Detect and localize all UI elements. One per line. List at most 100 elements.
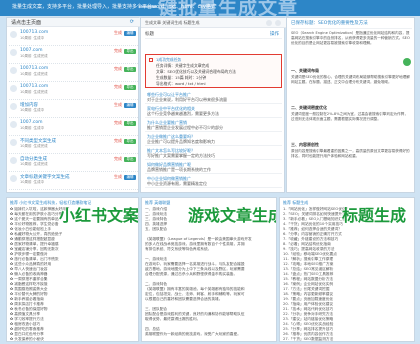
task-list-item[interactable]: 自动分类生成 10周前 ·生成完成 完成 导出 [9, 155, 138, 172]
feature-label: 标题生成 [342, 206, 407, 225]
avatar [10, 85, 17, 92]
article-heading: 一、关键词布局 [291, 68, 319, 73]
task-status: 生成 [114, 102, 122, 107]
feature-label: 小红书文案生成 [59, 206, 139, 225]
task-status: 完成 [114, 138, 122, 143]
close-icon[interactable] [275, 20, 281, 26]
content-line: 有排位系统、符文系统等特色养成系统。 [145, 247, 212, 251]
task-list-item[interactable]: 不同类型文案生成 10周前 ·生成完成 完成 导出 [9, 137, 138, 154]
task-status: 完成 [114, 156, 122, 161]
article-paragraph: 关键词密度一般控制在2%-8%之间为宜，过高会被搜索引擎判定为作弊，过低则无法体… [291, 112, 408, 121]
divider [145, 173, 282, 174]
task-name: 100713.com [20, 84, 49, 89]
task-list-item[interactable]: 100713.com 10周前 ·生成完成 完成 导出 [9, 83, 138, 100]
column-header-action: 操作 [270, 32, 279, 37]
article-paragraph: 原创内容是搜索引擎最看重的因素之一，高质量的原创文章更容易获得好的排名，同时也能… [291, 149, 410, 158]
divider [145, 159, 282, 160]
settings-icon[interactable] [266, 20, 272, 26]
task-action-button[interactable]: 导出 [124, 139, 136, 144]
divider [145, 103, 282, 104]
task-name: 1007.com [20, 120, 43, 125]
task-name: 1007.com [20, 48, 43, 53]
divider [145, 187, 282, 188]
task-list-item[interactable]: 1007.com 10周前 ·生成中 完成 导出 [9, 119, 138, 136]
avatar [10, 121, 17, 128]
article-heading: 三、内容原创性 [291, 142, 319, 147]
task-list-header: 请点击主页面 ⟳ [7, 18, 140, 27]
task-meta: 10周前 ·生成中 [20, 108, 45, 112]
divider [145, 145, 282, 146]
task-status: 完成 [114, 48, 122, 53]
task-meta: 10周前 ·生成中 [20, 180, 45, 184]
game-article-panel: 推荐 英雄联盟 一、游戏介绍 二、游戏玩法 三、游戏特色 四、英雄选择 五、团队配合 《英… [141, 197, 277, 342]
task-list-item[interactable]: 1007.com 10周前 ·生成完成 完成 导出 [9, 47, 138, 64]
avatar [10, 103, 17, 110]
task-status: 完成 [114, 66, 122, 71]
article-heading: 二、关键词密度优化 [291, 105, 327, 110]
feature-label: 游戏文章生成 [188, 206, 277, 225]
task-action-button[interactable]: 编辑 [124, 175, 136, 180]
task-name: 100713.com [20, 30, 49, 35]
task-list-item[interactable]: 文章标题关键字文案生成 10周前 ·生成中 生成 编辑 [9, 173, 138, 190]
xiaohongshu-panel: 推荐 小红书文案生成科技，轻松打造爆款笔记 ✿ 姐妹们入坑啦，这款神器太好用了 ✿… [6, 197, 139, 342]
divider [145, 131, 282, 132]
task-status: 生成 [114, 174, 122, 179]
task-list-item[interactable]: 增加内容 10周前 ·生成中 生成 编辑 [9, 101, 138, 118]
task-list-title: 请点击主页面 [11, 20, 42, 26]
editor-toolbar-tabs[interactable]: 生成文章 关键词生成 标题生成 [145, 20, 200, 26]
avatar [10, 67, 17, 74]
success-notice: 1成功完成任务 任务详情：关键字生成文章完成 文章：SEO优化技巧以及关键词合理… [145, 54, 282, 88]
task-meta: 10周前 ·生成中 [20, 126, 45, 130]
task-meta: 10周前 ·生成完成 [20, 144, 48, 148]
panel-head: 推荐 英雄联盟 [145, 200, 171, 205]
article-preview-panel: 已保存标题：SEO优化的重要性及方法 SEO（Search Engine Opt… [286, 17, 415, 193]
task-meta: 10周前 ·生成中 [20, 36, 45, 40]
checkbox-icon[interactable] [149, 58, 153, 62]
title-generation-panel: 推荐 标题生成 1.「网站优化」怎样做好网站SEO优化？ 2.「SEO」关键词排名… [279, 197, 415, 342]
task-meta: 10周前 ·生成完成 [20, 54, 48, 58]
task-action-button[interactable]: 导出 [124, 157, 136, 162]
divider [145, 38, 282, 39]
task-status: 完成 [114, 120, 122, 125]
task-meta: 10周前 ·生成完成 [20, 72, 48, 76]
divider [291, 28, 412, 29]
task-action-button[interactable]: 导出 [124, 67, 136, 72]
task-meta: 10周前 ·生成完成 [20, 162, 48, 166]
content-line: 合理分配资源，通过击杀小兵和野怪获得金币购买装备。 [145, 272, 238, 276]
article-title: 已保存标题：SEO优化的重要性及方法 [291, 21, 368, 26]
content-line: 以根据自己的喜好和团队需要选择合适的英雄。 [145, 297, 223, 301]
avatar [10, 139, 17, 146]
avatar [10, 49, 17, 56]
avatar [10, 175, 17, 182]
avatar [10, 157, 17, 164]
banner-text: 批量生成文案，支持多平台，批量处理导入，批量支持多个平台word、txt、htm… [12, 4, 216, 10]
task-status: 完成 [114, 84, 122, 89]
content-line: ✿ 头发保养的小秘诀 [10, 337, 44, 341]
article-paragraph: SEO（Search Engine Optimization）是指通过优化网站结… [291, 31, 410, 45]
task-action-button[interactable]: 导出 [124, 121, 136, 126]
task-name: 100713.com [20, 66, 49, 71]
editor-panel: 生成文章 关键词生成 标题生成 标题 操作 1成功完成任务 任务详情：关键字生成… [140, 17, 286, 193]
task-action-button[interactable]: 导出 [124, 49, 136, 54]
divider [145, 117, 282, 118]
notice-line: 导出格式：word / txt / html [156, 81, 206, 86]
task-list-item[interactable]: 100713.com 10周前 ·生成完成 完成 导出 [9, 65, 138, 82]
page: 一键批量生成文章 批量生成文案，支持多平台，批量处理导入，批量支持多个平台wor… [0, 0, 420, 344]
content-line: 取得优势，最终赢得比赛的胜利。 [145, 317, 201, 321]
avatar [10, 31, 17, 38]
column-header-title: 标题 [145, 32, 154, 37]
editor-toolbar: 生成文章 关键词生成 标题生成 [141, 18, 286, 28]
task-list-item[interactable]: 100713.com 10周前 ·生成中 生成 编辑 [9, 29, 138, 46]
article-paragraph: 关键词是SEO优化的核心，合理的关键词布局能够帮助搜索引擎更好地理解网站主题。在… [291, 75, 410, 84]
task-action-button[interactable]: 导出 [124, 85, 136, 90]
content-line: 27.「干货」SEO数据监测方法 [283, 337, 334, 341]
task-action-button[interactable]: 编辑 [124, 31, 136, 36]
task-status: 生成 [114, 30, 122, 35]
task-action-button[interactable]: 编辑 [124, 103, 136, 108]
task-list-panel: 请点击主页面 ⟳ 100713.com 10周前 ·生成中 生成 编辑 1007.com… [6, 17, 140, 193]
task-meta: 10周前 ·生成完成 [20, 90, 48, 94]
status-dot-icon [403, 58, 411, 66]
top-banner: 一键批量生成文章 批量生成文案，支持多平台，批量处理导入，批量支持多个平台wor… [0, 0, 420, 18]
refresh-icon[interactable]: ⟳ [130, 19, 134, 25]
panel-head: 推荐 标题生成 [283, 200, 309, 205]
